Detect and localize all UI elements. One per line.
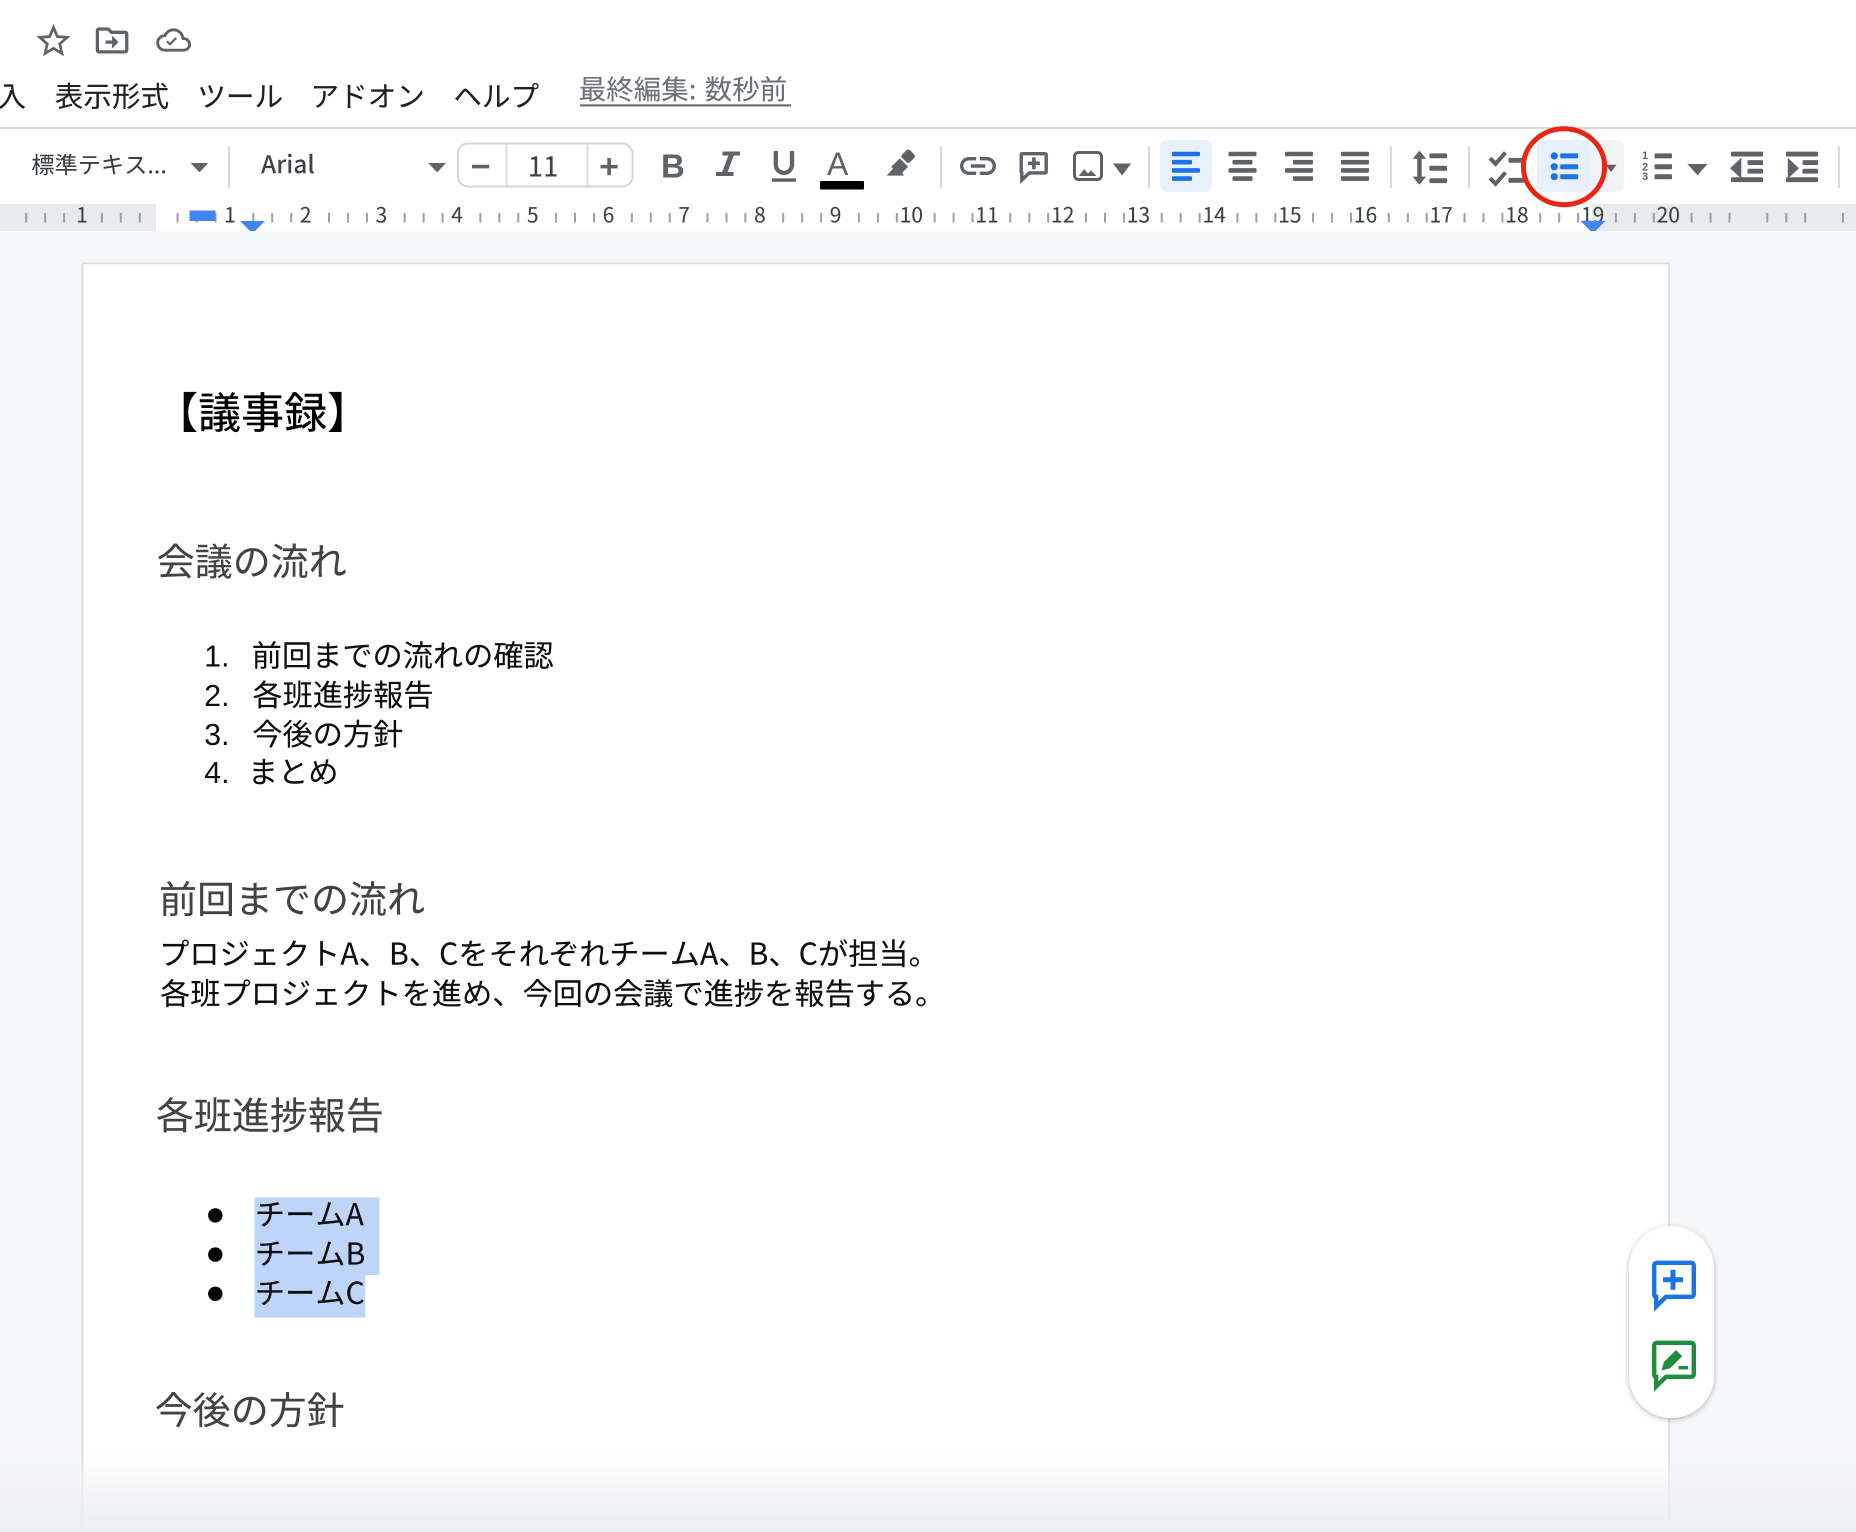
svg-text:1: 1 [1642,150,1648,162]
svg-text:1.: 1. [204,641,229,674]
svg-text:B: B [661,148,685,185]
svg-text:3: 3 [1642,171,1648,183]
svg-text:3.: 3. [204,719,229,752]
svg-text:4.: 4. [204,757,229,790]
svg-text:A: A [827,146,849,182]
svg-text:2.: 2. [204,680,229,713]
